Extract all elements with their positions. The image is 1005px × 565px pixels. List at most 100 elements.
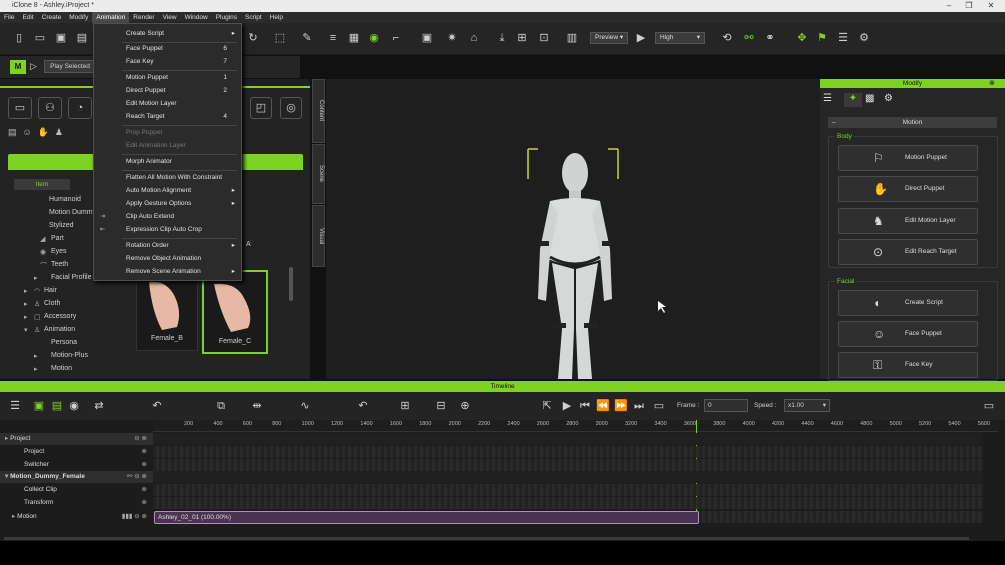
prop-icon[interactable]: ◰ (250, 97, 272, 119)
path-icon[interactable]: ✥ (795, 31, 809, 45)
curve-icon[interactable]: ∿ (298, 399, 312, 413)
track-collect-clip[interactable]: Collect Clip ⊗ (0, 484, 153, 496)
head-icon[interactable]: ◔ (68, 97, 92, 119)
settings-icon[interactable]: ⚙ (884, 93, 898, 107)
menu-item-expression-clip-auto-crop[interactable]: ⇤ Expression Clip Auto Crop (94, 224, 241, 236)
tree-item-motion-plus[interactable]: Motion-Plus (51, 352, 88, 359)
thumbnail-female-c[interactable]: Female_C (202, 270, 268, 354)
loop-mode-icon[interactable]: ▭ (652, 399, 666, 413)
motion-section-header[interactable]: – Motion (828, 117, 997, 128)
crop-icon[interactable]: ⬚ (273, 31, 287, 45)
tree-item-teeth[interactable]: Teeth (51, 261, 68, 268)
menu-render[interactable]: Render (129, 12, 158, 23)
render-mode-icon[interactable]: ▥ (565, 31, 579, 45)
light-icon[interactable]: ✷ (445, 31, 459, 45)
layer-icon[interactable]: ▤ (50, 399, 64, 413)
timeline-ruler[interactable]: 200 400 600 800 1000 1200 1400 1600 1800 2000 2200… (153, 420, 998, 432)
tab-visual[interactable]: Visual (312, 205, 325, 267)
save-icon[interactable]: ▣ (54, 31, 68, 45)
tab-scene[interactable]: Scene (312, 144, 325, 204)
track-lane[interactable] (153, 446, 983, 458)
image-icon[interactable]: ▦ (347, 31, 361, 45)
snap-icon[interactable]: ⊡ (537, 31, 551, 45)
insert-icon[interactable]: ⊞ (398, 399, 412, 413)
menu-window[interactable]: Window (181, 12, 212, 23)
track-switcher[interactable]: Switcher ⊗ (0, 459, 153, 471)
link-icon[interactable]: ⚯ (742, 31, 756, 45)
prev-frame-icon[interactable]: ⏪ (596, 399, 610, 413)
last-frame-icon[interactable]: ⏭ (632, 399, 646, 413)
menu-item-morph-animator[interactable]: Morph Animator (94, 156, 241, 168)
camera-icon[interactable]: ▶ (634, 31, 648, 45)
checker-icon[interactable]: ▩ (865, 93, 879, 107)
layout-icon[interactable]: ▣ (420, 31, 434, 45)
split-icon[interactable]: ⊟ (434, 399, 448, 413)
menu-create[interactable]: Create (38, 12, 66, 23)
menu-item-motion-puppet[interactable]: Motion Puppet 1 (94, 72, 241, 84)
motion-tab-icon[interactable]: ✦ (844, 93, 862, 107)
open-folder-icon[interactable]: ▭ (33, 31, 47, 45)
face-puppet-button[interactable]: ☺ Face Puppet (838, 321, 978, 347)
quality-select[interactable]: High ▾ (655, 32, 705, 44)
clip-icon[interactable]: ⧉ (214, 399, 228, 413)
track-lane[interactable] (153, 471, 983, 483)
stack-icon[interactable]: ≡ (326, 31, 340, 45)
zoom-in-icon[interactable]: ⊕ (458, 399, 472, 413)
eye-track-icon[interactable]: ◉ (67, 399, 81, 413)
list-icon[interactable]: ☰ (836, 31, 850, 45)
track-transform[interactable]: Transform ⊗ (0, 497, 153, 509)
tree-item-humanoid[interactable]: Humanoid (49, 196, 81, 203)
track-lane[interactable] (153, 459, 983, 471)
motion-clip[interactable]: Ashley_02_01 (100.00%) (154, 511, 699, 524)
tree-item-persona[interactable]: Persona (51, 339, 77, 346)
menu-item-remove-object-animation[interactable]: Remove Object Animation (94, 253, 241, 265)
home-icon[interactable]: ⌂ (467, 31, 481, 45)
menu-file[interactable]: File (0, 12, 18, 23)
track-motion[interactable]: ▸ Motion ▮▮▮ ⊖ ⊗ (0, 511, 153, 523)
timeline-scrollbar[interactable] (4, 537, 969, 540)
menu-item-edit-motion-layer[interactable]: Edit Motion Layer (94, 98, 241, 110)
track-project[interactable]: ▸ Project ⊖ ⊗ (0, 433, 153, 445)
settings-bar-icon[interactable]: ▭ (982, 399, 996, 413)
preview-select[interactable]: Preview ▾ (590, 32, 628, 44)
track-lane[interactable] (153, 497, 983, 509)
face-key-button[interactable]: ⚿ Face Key (838, 352, 978, 378)
menu-help[interactable]: Help (266, 12, 287, 23)
edit-motion-layer-button[interactable]: ♞ Edit Motion Layer (838, 208, 978, 234)
menu-item-reach-target[interactable]: Reach Target 4 (94, 111, 241, 123)
undo-icon[interactable]: ↶ (150, 399, 164, 413)
menu-script[interactable]: Script (241, 12, 266, 23)
menu-item-face-key[interactable]: Face Key 7 (94, 56, 241, 68)
create-script-button[interactable]: ◖ Create Script (838, 290, 978, 316)
collapse-arrow-icon[interactable]: ▾ (24, 326, 28, 334)
undo2-icon[interactable]: ↶ (356, 399, 370, 413)
category-icons[interactable]: ▤☺✋♟ (8, 127, 92, 143)
key-icon[interactable]: ▣ (32, 399, 46, 413)
speed-select[interactable]: x1.00 ▾ (784, 399, 830, 412)
loop-icon[interactable]: ⇄ (92, 399, 106, 413)
play-icon[interactable]: ▶ (560, 399, 574, 413)
flag-icon[interactable]: ⚑ (815, 31, 829, 45)
menu-item-auto-motion-alignment[interactable]: Auto Motion Alignment ▸ (94, 185, 241, 197)
tree-item-hair[interactable]: Hair (44, 287, 57, 294)
tree-item-motion[interactable]: Motion (51, 365, 72, 372)
menu-animation[interactable]: Animation (92, 12, 130, 23)
tree-item-stylized[interactable]: Stylized (49, 222, 74, 229)
first-frame-icon[interactable]: ⏮ (578, 399, 592, 413)
next-frame-icon[interactable]: ⏩ (614, 399, 628, 413)
pick-icon[interactable]: ✎ (300, 31, 314, 45)
expand-arrow-icon[interactable]: ▸ (34, 352, 38, 360)
eye-icon[interactable]: ◉ (367, 31, 381, 45)
motion-director-icon[interactable]: M (10, 60, 26, 74)
align-icon[interactable]: ⤓ (495, 31, 509, 45)
menu-item-rotation-order[interactable]: Rotation Order ▸ (94, 240, 241, 252)
actor-icon[interactable]: ⚇ (38, 97, 62, 119)
unlink-icon[interactable]: ⚭ (763, 31, 777, 45)
3d-viewport[interactable] (326, 79, 820, 379)
tracks-icon[interactable]: ☰ (8, 399, 22, 413)
expand-arrow-icon[interactable]: ▸ (34, 365, 38, 373)
item-tab[interactable]: Item (14, 179, 70, 190)
folder-icon[interactable]: ▭ (8, 97, 32, 119)
track-lane[interactable] (153, 433, 983, 445)
tree-item-facial-profile[interactable]: Facial Profile (51, 274, 91, 281)
